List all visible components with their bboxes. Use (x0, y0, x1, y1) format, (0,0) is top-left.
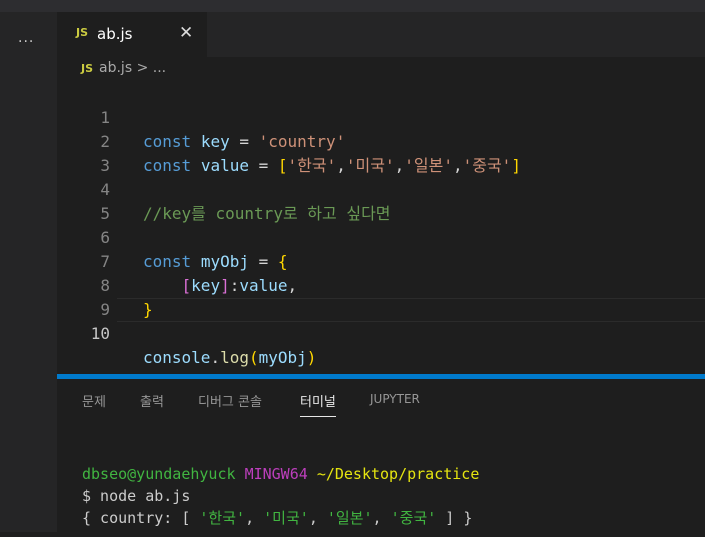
breadcrumb[interactable]: JS ab.js > ... (81, 60, 166, 80)
terminal-env: MINGW64 (244, 465, 308, 483)
code-line-active[interactable]: 10 console.log(myObj) (57, 298, 705, 367)
code-line[interactable]: 5 (57, 178, 705, 223)
terminal-user-host: dbseo@yundaehyuck (82, 465, 236, 483)
code-line[interactable]: 4 //key를 country로 하고 싶다면 (57, 154, 705, 223)
editor-tab-bar: JS ab.js ✕ (57, 12, 705, 57)
code-line[interactable]: 8 } (57, 250, 705, 319)
activity-bar: ··· (0, 12, 57, 532)
tab-label: ab.js (97, 25, 133, 43)
operator: . (210, 348, 221, 367)
more-actions-icon[interactable]: ··· (18, 34, 34, 50)
terminal-path: ~/Desktop/practice (316, 465, 480, 483)
terminal-output-suffix: ] } (436, 509, 473, 527)
code-line[interactable]: 6 const myObj = { (57, 202, 705, 271)
code-line[interactable]: 3 (57, 130, 705, 175)
close-icon[interactable]: ✕ (179, 23, 193, 43)
title-bar-strip (0, 0, 705, 12)
terminal-output-item: '중국' (390, 509, 437, 527)
code-editor[interactable]: 1 const key = 'country' 2 const value = … (57, 82, 705, 374)
tab-problems[interactable]: 문제 (82, 391, 106, 410)
terminal-output-item: '일본' (326, 509, 373, 527)
bracket: ) (306, 348, 317, 367)
bottom-panel: 문제 출력 디버그 콘솔 터미널 JUPYTER dbseo@yundaehyu… (57, 374, 705, 537)
terminal-output-prefix: { country: [ (82, 509, 200, 527)
identifier: console (143, 348, 211, 367)
code-line[interactable]: 2 const value = ['한국','미국','일본','중국'] (57, 106, 705, 175)
breadcrumb-file[interactable]: ab.js (99, 60, 132, 76)
tab-terminal[interactable]: 터미널 (300, 391, 336, 417)
breadcrumb-more[interactable]: ... (153, 60, 166, 76)
code-line[interactable]: 7 [key]:value, (57, 226, 705, 295)
tab-jupyter[interactable]: JUPYTER (370, 392, 420, 406)
terminal-command[interactable]: $ node ab.js (82, 485, 190, 507)
terminal-output-item: '미국' (263, 509, 309, 527)
function-name: log (220, 348, 249, 367)
code-line[interactable]: 1 const key = 'country' (57, 82, 705, 151)
identifier: myObj (258, 348, 307, 367)
tab-debug-console[interactable]: 디버그 콘솔 (198, 391, 262, 410)
chevron-right-icon: > (136, 60, 149, 76)
terminal-output-item: '한국' (199, 509, 246, 527)
terminal-output: { country: [ '한국', '미국', '일본', '중국' ] } (82, 509, 473, 527)
tab-ab-js[interactable]: JS ab.js ✕ (57, 12, 207, 57)
javascript-file-icon: JS (76, 26, 89, 39)
bracket: ( (248, 348, 259, 367)
javascript-file-icon: JS (81, 62, 94, 75)
tab-output[interactable]: 출력 (140, 391, 164, 410)
code-line[interactable]: 9 (57, 274, 705, 319)
line-number: 10 (90, 324, 110, 343)
terminal-prompt-line: dbseo@yundaehyuck MINGW64 ~/Desktop/prac… (82, 463, 479, 485)
